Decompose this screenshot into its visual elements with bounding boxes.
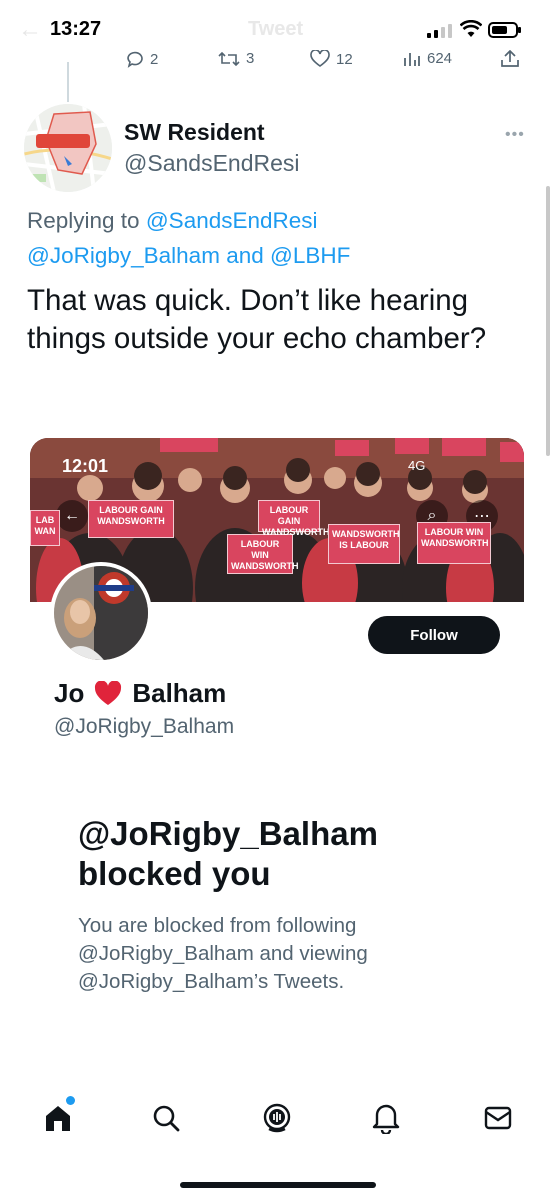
tab-notifications[interactable]	[366, 1098, 406, 1138]
placard: WANDSWORTH IS LABOUR	[328, 524, 400, 564]
notification-dot	[66, 1096, 75, 1105]
more-options-icon[interactable]: •••	[505, 126, 525, 144]
wifi-icon	[460, 20, 482, 37]
home-icon	[46, 1106, 70, 1131]
placard: LAB WAN	[30, 510, 60, 546]
placard: LABOUR WIN WANDSWORTH	[417, 522, 491, 564]
battery-icon	[488, 22, 521, 38]
author-handle[interactable]: @SandsEndResi	[124, 150, 300, 177]
replying-and: and	[226, 243, 264, 268]
views-action[interactable]: 624	[403, 50, 452, 67]
author-display-name[interactable]: SW Resident	[124, 119, 265, 146]
blocked-title: @JoRigby_Balham blocked you	[78, 815, 378, 892]
embedded-status-time: 12:01	[62, 456, 109, 476]
mention-link[interactable]: @JoRigby_Balham	[27, 243, 220, 268]
mention-link[interactable]: @LBHF	[270, 243, 350, 268]
placard: LABOUR WIN WANDSWORTH	[227, 534, 299, 574]
views-count: 624	[427, 50, 453, 67]
bottom-tab-bar	[0, 1090, 554, 1160]
embedded-network-label: 4G	[408, 458, 426, 473]
tab-search[interactable]	[146, 1098, 186, 1138]
nav-title: Tweet	[248, 18, 304, 40]
search-icon	[153, 1105, 180, 1132]
back-arrow-icon[interactable]: ←	[18, 16, 42, 44]
tab-spaces[interactable]	[257, 1098, 297, 1138]
profile-name-last: Balham	[132, 678, 227, 708]
retweet-count: 3	[246, 50, 255, 67]
heart-icon	[310, 50, 330, 67]
mention-link[interactable]: @SandsEndResi	[146, 208, 318, 233]
map-avatar-icon	[24, 104, 112, 192]
views-chart-icon	[404, 52, 420, 66]
reply-count: 2	[150, 50, 159, 68]
red-heart-icon	[95, 680, 122, 705]
previous-tweet-actions: 2 3 12 624	[0, 44, 554, 74]
share-action[interactable]	[500, 50, 520, 68]
profile-name: Jo Balham	[54, 678, 226, 709]
placard: LABOUR GAIN WANDSWORTH	[88, 500, 174, 538]
reply-action[interactable]: 2	[126, 50, 158, 68]
retweet-icon	[218, 51, 240, 66]
scrollbar[interactable]	[546, 186, 550, 456]
like-action[interactable]: 12	[310, 50, 353, 68]
bell-icon	[372, 1104, 400, 1134]
thread-line	[67, 62, 69, 102]
cellular-signal-icon	[427, 24, 452, 38]
tab-home[interactable]	[38, 1096, 78, 1138]
profile-handle: @JoRigby_Balham	[54, 715, 235, 738]
envelope-icon	[484, 1106, 512, 1130]
placard: LABOUR GAIN WANDSWORTH	[258, 500, 330, 537]
follow-button[interactable]: Follow	[368, 616, 500, 654]
tweet-text: That was quick. Don’t like hearing thing…	[27, 284, 487, 355]
tweet-media-image[interactable]: 12:01 4G ← ⌕ ⋯ LABOUR GAIN WANDSWORTH LA…	[30, 438, 524, 1042]
home-indicator	[180, 1182, 376, 1188]
blocked-description: You are blocked from following @JoRigby_…	[78, 914, 368, 993]
profile-avatar	[50, 562, 152, 664]
replying-to-line: Replying to @SandsEndResi @JoRigby_Balha…	[27, 203, 547, 273]
replying-prefix: Replying to	[27, 208, 140, 233]
status-time: 13:27	[50, 18, 102, 40]
retweet-action[interactable]: 3	[218, 50, 254, 67]
author-avatar[interactable]	[24, 104, 112, 192]
profile-photo	[54, 566, 148, 660]
share-icon	[501, 50, 519, 67]
like-count: 12	[336, 50, 353, 68]
spaces-icon	[263, 1103, 291, 1133]
tab-messages[interactable]	[478, 1098, 518, 1138]
embedded-back-icon: ←	[56, 500, 88, 532]
reply-icon	[127, 51, 143, 68]
profile-name-first: Jo	[54, 678, 85, 708]
